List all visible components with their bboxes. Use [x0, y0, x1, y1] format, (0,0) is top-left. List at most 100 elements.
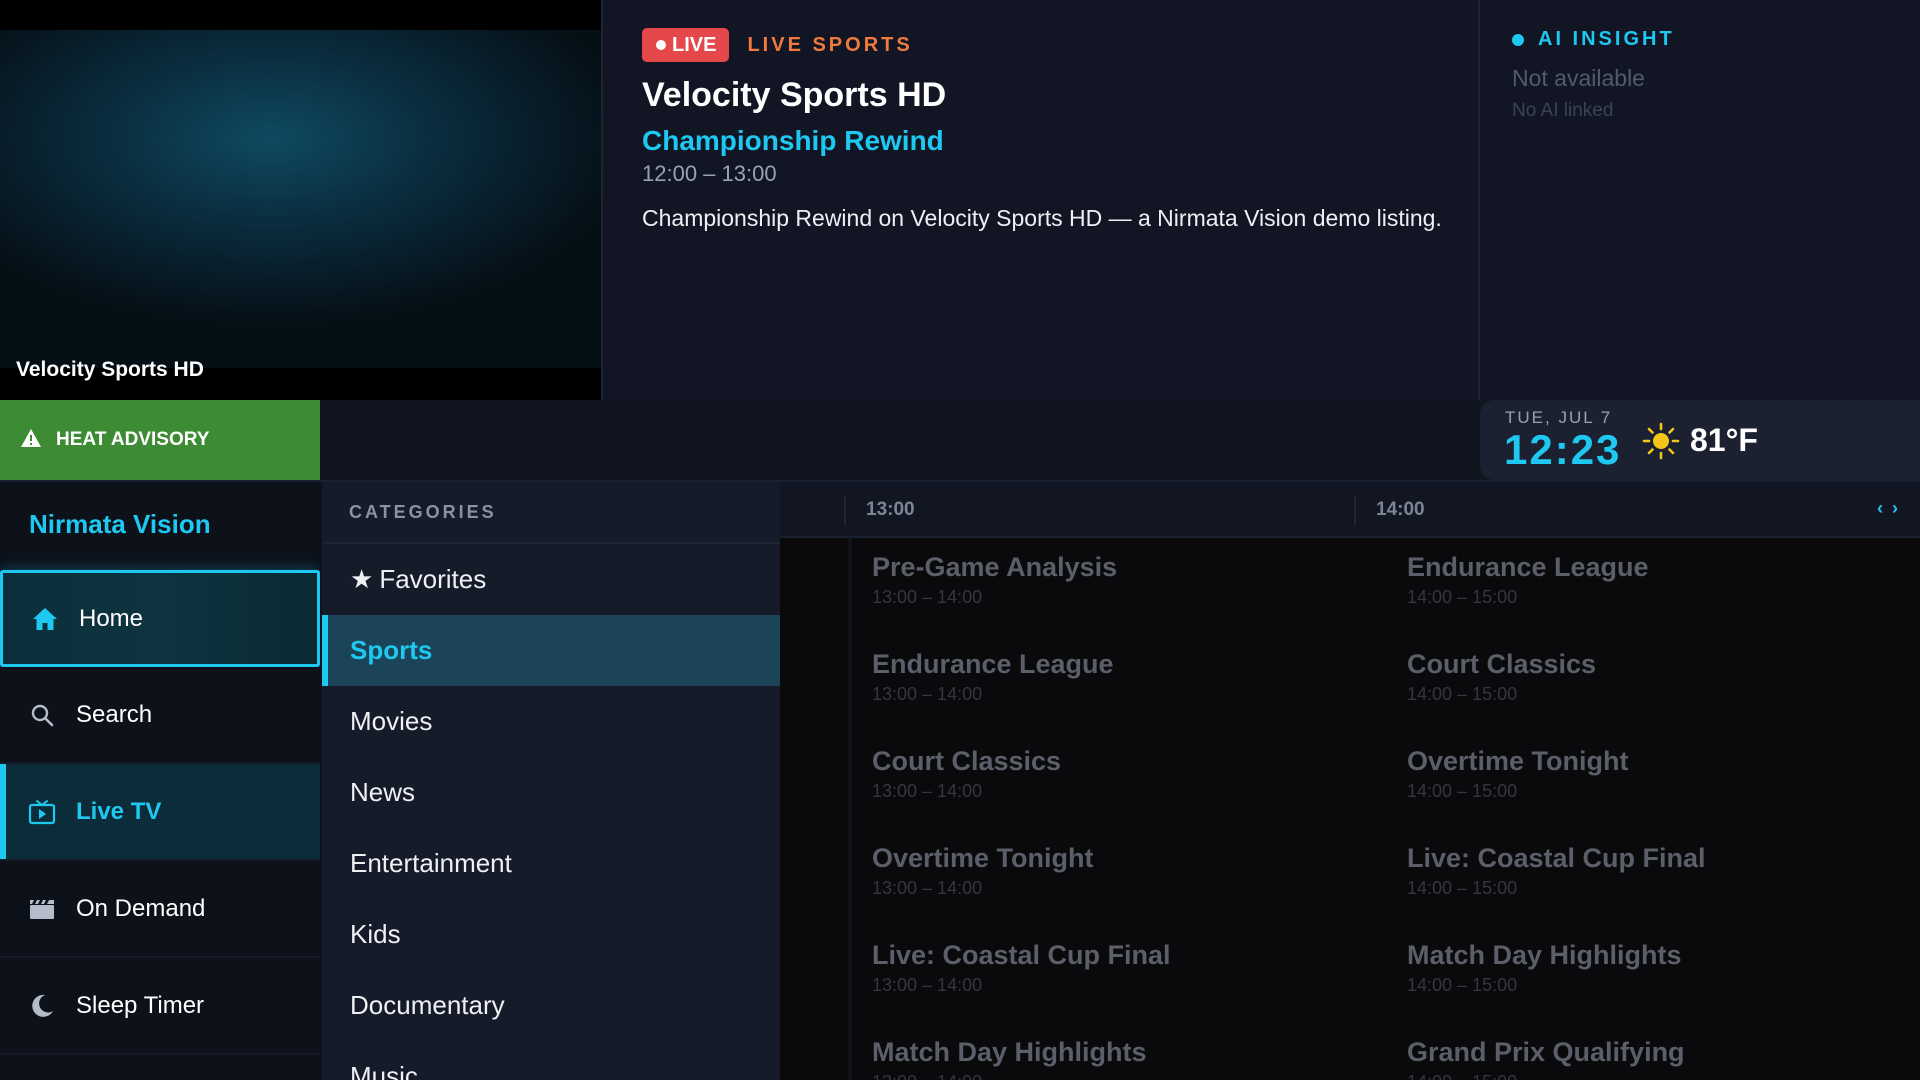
- sidebar-item-home[interactable]: Home: [0, 570, 320, 667]
- video-frame: [0, 30, 601, 368]
- program-cell-title: Endurance League: [1407, 552, 1649, 582]
- time-tick: [844, 496, 846, 526]
- program-cell-title: Overtime Tonight: [872, 843, 1094, 873]
- divider: [1478, 0, 1480, 400]
- program-cell-title: Grand Prix Qualifying: [1407, 1037, 1685, 1067]
- program-cell-time: 13:00 – 14:00: [872, 1072, 1147, 1080]
- temperature: 81°F: [1690, 422, 1758, 458]
- program-cell-time: 13:00 – 14:00: [872, 684, 983, 704]
- program-cell[interactable]: Live: Coastal Cup Final 13:00 – 14:00: [872, 940, 1171, 996]
- guide-row: Overtime Tonight 13:00 – 14:00 Live: Coa…: [848, 829, 1920, 926]
- program-cell-title: Court Classics: [872, 746, 1062, 776]
- sidebar-item-sleep-timer[interactable]: Sleep Timer: [0, 958, 320, 1055]
- time-slot: 14:00: [1376, 499, 1425, 520]
- program-description: Championship Rewind on Velocity Sports H…: [642, 205, 1442, 231]
- time-slot: 13:00: [866, 499, 915, 520]
- current-date: TUE, JUL 7: [1505, 408, 1613, 427]
- ai-status-dot-icon: [1512, 33, 1524, 46]
- tv-guide-screen: Velocity Sports HD LIVE LIVE SPORTS Velo…: [0, 0, 1920, 1080]
- category-movies[interactable]: Movies: [322, 686, 780, 757]
- preview-channel-name: Velocity Sports HD: [16, 358, 204, 381]
- program-cell[interactable]: Live: Coastal Cup Final 14:00 – 15:00: [1407, 843, 1706, 899]
- program-cell-time: 13:00 – 14:00: [872, 781, 983, 801]
- program-category: LIVE SPORTS: [747, 33, 913, 56]
- sidebar-item-label: On Demand: [76, 894, 206, 922]
- brand-logo-text: Nirmata Vision: [29, 509, 211, 539]
- program-cell-time: 13:00 – 14:00: [872, 587, 983, 607]
- category-label: Sports: [350, 635, 433, 665]
- now-playing-panel: Velocity Sports HD LIVE LIVE SPORTS Velo…: [0, 0, 1920, 400]
- ai-insight-panel: AI INSIGHT Not available No AI linked: [1512, 28, 1675, 122]
- program-guide: 13:00 14:00 ‹ › Pre-Game Analysis 13:00 …: [780, 482, 1920, 1080]
- categories-header: CATEGORIES: [322, 482, 780, 544]
- categories-panel: CATEGORIES ★ Favorites Sports Movies New…: [322, 482, 780, 1080]
- program-title: Championship Rewind: [642, 125, 944, 156]
- ai-insight-title: AI INSIGHT: [1538, 28, 1675, 50]
- weather-alert-text: HEAT ADVISORY: [56, 429, 210, 450]
- ai-insight-header: AI INSIGHT: [1512, 28, 1675, 51]
- sidebar-item-on-demand[interactable]: On Demand: [0, 861, 320, 958]
- program-cell-time: 14:00 – 15:00: [1407, 684, 1518, 704]
- sidebar-nav: Home Search Live TV On Demand Sleep Time…: [0, 570, 320, 1055]
- timeline-header: 13:00 14:00 ‹ ›: [780, 482, 1920, 538]
- timeline-scroll-icon[interactable]: ‹ ›: [1877, 498, 1900, 519]
- program-cell[interactable]: Overtime Tonight 14:00 – 15:00: [1407, 746, 1629, 802]
- program-cell-time: 14:00 – 15:00: [1407, 1072, 1685, 1080]
- weather-alert[interactable]: HEAT ADVISORY: [0, 400, 320, 480]
- category-kids[interactable]: Kids: [322, 899, 780, 970]
- sidebar-item-search[interactable]: Search: [0, 667, 320, 764]
- sidebar-item-label: Home: [79, 604, 144, 632]
- live-badge: LIVE: [642, 28, 730, 62]
- sidebar-item-label: Search: [76, 700, 153, 728]
- category-news[interactable]: News: [322, 757, 780, 828]
- program-cell-time: 13:00 – 14:00: [872, 975, 983, 995]
- program-cell-title: Match Day Highlights: [872, 1037, 1147, 1067]
- video-preview[interactable]: Velocity Sports HD: [0, 0, 601, 400]
- divider: [601, 0, 603, 400]
- sidebar-item-label: Sleep Timer: [76, 991, 205, 1019]
- program-tags: LIVE LIVE SPORTS: [642, 28, 1462, 62]
- program-time: 12:00 – 13:00: [642, 161, 777, 186]
- live-badge-label: LIVE: [672, 33, 717, 56]
- clock-weather-widget: TUE, JUL 7 12:23 81°F: [1480, 400, 1920, 480]
- program-cell[interactable]: Endurance League 13:00 – 14:00: [872, 649, 1114, 705]
- category-label: Music: [350, 1061, 418, 1080]
- program-cell-time: 14:00 – 15:00: [1407, 975, 1518, 995]
- program-cell[interactable]: Court Classics 14:00 – 15:00: [1407, 649, 1596, 705]
- live-dot-icon: [656, 40, 666, 50]
- category-label: Documentary: [350, 990, 505, 1020]
- program-info: LIVE LIVE SPORTS Velocity Sports HD Cham…: [642, 28, 1462, 235]
- program-cell-time: 14:00 – 15:00: [1407, 878, 1518, 898]
- category-documentary[interactable]: Documentary: [322, 970, 780, 1041]
- program-cell[interactable]: Grand Prix Qualifying 14:00 – 15:00: [1407, 1037, 1685, 1080]
- category-label: News: [350, 777, 416, 807]
- star-icon: ★: [350, 564, 374, 594]
- category-label: Kids: [350, 919, 401, 949]
- channel-title: Velocity Sports HD: [642, 76, 947, 114]
- status-bar: HEAT ADVISORY TUE, JUL 7 12:23 81°F: [0, 400, 1920, 480]
- moon-icon: [28, 992, 56, 1020]
- guide-row: Pre-Game Analysis 13:00 – 14:00 Enduranc…: [848, 538, 1920, 635]
- clapperboard-icon: [28, 895, 56, 923]
- program-cell[interactable]: Match Day Highlights 14:00 – 15:00: [1407, 940, 1682, 996]
- search-icon: [28, 701, 56, 729]
- warning-icon: [20, 428, 42, 453]
- category-sports[interactable]: Sports: [322, 615, 780, 686]
- category-entertainment[interactable]: Entertainment: [322, 828, 780, 899]
- category-music[interactable]: Music: [322, 1041, 780, 1080]
- home-icon: [31, 605, 59, 633]
- tv-icon: [28, 798, 56, 826]
- time-tick: [1354, 496, 1356, 526]
- guide-grid: Pre-Game Analysis 13:00 – 14:00 Enduranc…: [848, 538, 1920, 1080]
- sidebar-item-live-tv[interactable]: Live TV: [0, 764, 320, 861]
- program-cell-title: Live: Coastal Cup Final: [872, 940, 1171, 970]
- sidebar-item-label: Live TV: [76, 797, 162, 825]
- guide-row: Court Classics 13:00 – 14:00 Overtime To…: [848, 732, 1920, 829]
- program-cell[interactable]: Endurance League 14:00 – 15:00: [1407, 552, 1649, 608]
- category-favorites[interactable]: ★ Favorites: [322, 544, 780, 615]
- program-cell[interactable]: Overtime Tonight 13:00 – 14:00: [872, 843, 1094, 899]
- program-cell[interactable]: Court Classics 13:00 – 14:00: [872, 746, 1061, 802]
- guide-row: Live: Coastal Cup Final 13:00 – 14:00 Ma…: [848, 926, 1920, 1023]
- program-cell[interactable]: Match Day Highlights 13:00 – 14:00: [872, 1037, 1147, 1080]
- program-cell[interactable]: Pre-Game Analysis 13:00 – 14:00: [872, 552, 1117, 608]
